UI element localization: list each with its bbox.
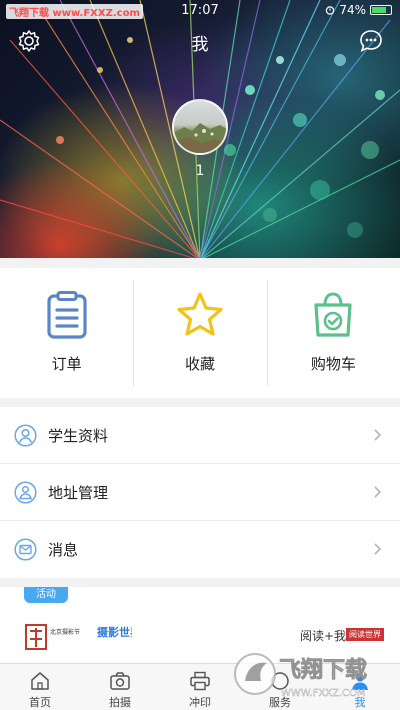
reading-logo-badge: 阅读世界 [346, 628, 384, 641]
list-item-messages[interactable]: 消息 [0, 521, 400, 578]
screen: 飞翔下载 www.FXXZ.com 17:07 74% 我 1 订单 收藏 购物… [0, 0, 400, 710]
profile-header: 飞翔下载 www.FXXZ.com 17:07 74% 我 1 [0, 0, 400, 258]
quick-action-cart[interactable]: 购物车 [266, 268, 400, 398]
quick-action-orders[interactable]: 订单 [0, 268, 133, 398]
user-profile-icon [14, 424, 37, 447]
status-indicators: 74% [325, 3, 392, 17]
photo-world-logo[interactable]: 摄影世界 [96, 623, 132, 651]
tab-print[interactable]: 冲印 [160, 664, 240, 710]
chevron-right-icon [374, 543, 382, 555]
activity-tag: 活动 [24, 587, 68, 603]
mail-icon [14, 538, 37, 561]
star-icon [177, 292, 223, 336]
chevron-right-icon [374, 429, 382, 441]
watermark-title: 飞翔下载 [279, 657, 367, 683]
list-item-label: 学生资料 [48, 427, 109, 445]
tab-label: 冲印 [189, 696, 211, 709]
address-person-icon [14, 481, 37, 504]
tab-home[interactable]: 首页 [0, 664, 80, 710]
quick-action-favorites[interactable]: 收藏 [133, 268, 266, 398]
tab-label: 拍摄 [109, 696, 131, 709]
settings-list: 学生资料 地址管理 消息 [0, 407, 400, 578]
list-item-label: 消息 [48, 541, 79, 559]
alarm-icon [326, 6, 335, 15]
logo1-text: 北京摄影节 [50, 628, 80, 636]
list-item-label: 地址管理 [48, 484, 109, 502]
quick-actions: 订单 收藏 购物车 [0, 268, 400, 398]
tab-shoot[interactable]: 拍摄 [80, 664, 160, 710]
battery-percent: 74% [339, 3, 366, 17]
list-item-student-info[interactable]: 学生资料 [0, 407, 400, 464]
username[interactable]: 1 [0, 163, 400, 179]
page-title: 我 [191, 35, 209, 55]
reading-logo-text[interactable]: 阅读+我 [300, 627, 346, 644]
logo2-text: 摄影世界 [97, 625, 132, 639]
printer-icon [190, 671, 210, 691]
quick-action-label: 购物车 [310, 355, 356, 373]
watermark-url: WWW.FXXZ.COM [281, 688, 366, 699]
tab-label: 首页 [29, 696, 51, 709]
battery-icon [370, 5, 392, 15]
quick-action-label: 收藏 [184, 355, 215, 373]
message-bubble-icon[interactable] [358, 28, 384, 54]
chevron-right-icon [374, 486, 382, 498]
quick-action-label: 订单 [51, 355, 82, 373]
site-watermark: 飞翔下载 WWW.FXXZ.COM [234, 653, 367, 699]
camera-icon [110, 672, 130, 690]
status-bar: 飞翔下载 www.FXXZ.com 17:07 74% [0, 0, 400, 22]
avatar[interactable] [172, 99, 228, 155]
photo-festival-logo[interactable]: 北京摄影节 [24, 623, 94, 651]
shopping-bag-icon [314, 292, 352, 337]
list-item-address[interactable]: 地址管理 [0, 464, 400, 521]
home-icon [31, 672, 49, 690]
order-clipboard-icon [47, 291, 87, 339]
